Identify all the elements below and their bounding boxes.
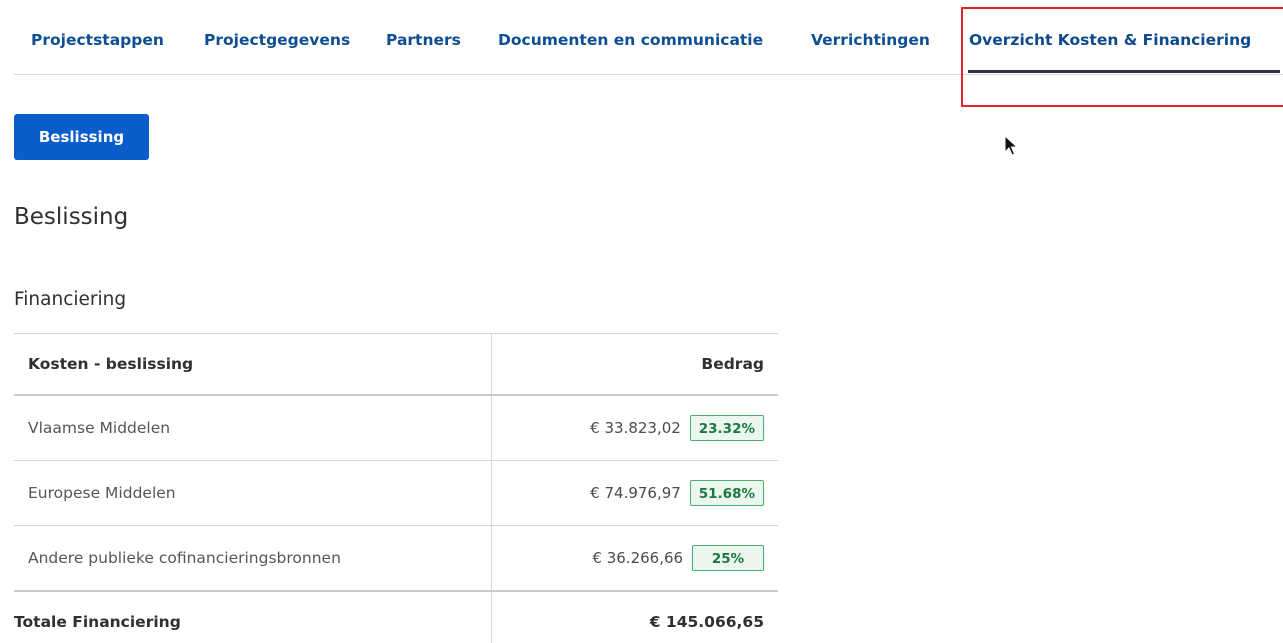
table-row: Andere publieke cofinancieringsbronnen €… — [14, 525, 778, 591]
table-header-row: Kosten - beslissing Bedrag — [14, 333, 778, 396]
financing-table: Kosten - beslissing Bedrag Vlaamse Midde… — [14, 333, 778, 643]
row-amount-cell: € 36.266,66 25% — [490, 525, 778, 591]
row-amount: € 74.976,97 — [590, 484, 681, 502]
percent-badge: 51.68% — [689, 480, 764, 506]
percent-badge: 23.32% — [689, 415, 764, 441]
column-header-bedrag: Bedrag — [490, 333, 778, 396]
column-header-kosten: Kosten - beslissing — [14, 333, 491, 396]
section-title: Beslissing — [14, 204, 129, 230]
total-label: Totale Financiering — [14, 590, 491, 643]
row-label: Andere publieke cofinancieringsbronnen — [14, 525, 491, 591]
subsection-title: Financiering — [14, 289, 127, 310]
beslissing-button[interactable]: Beslissing — [14, 114, 149, 160]
table-row: Europese Middelen € 74.976,97 51.68% — [14, 460, 778, 526]
percent-badge: 25% — [692, 545, 764, 571]
row-label: Europese Middelen — [14, 460, 491, 526]
tab-verrichtingen[interactable]: Verrichtingen — [811, 31, 930, 49]
row-amount-cell: € 33.823,02 23.32% — [490, 394, 778, 461]
row-amount-cell: € 74.976,97 51.68% — [490, 460, 778, 526]
highlight-annotation-box — [961, 7, 1283, 107]
row-amount: € 36.266,66 — [592, 549, 684, 567]
mouse-cursor-icon — [1004, 135, 1018, 156]
tab-partners[interactable]: Partners — [386, 31, 461, 49]
row-amount: € 33.823,02 — [590, 419, 681, 437]
tab-projectgegevens[interactable]: Projectgegevens — [204, 31, 350, 49]
tab-projectstappen[interactable]: Projectstappen — [31, 31, 164, 49]
table-total-row: Totale Financiering € 145.066,65 — [14, 590, 778, 643]
row-label: Vlaamse Middelen — [14, 394, 491, 461]
page: Projectstappen Projectgegevens Partners … — [0, 0, 1283, 643]
table-row: Vlaamse Middelen € 33.823,02 23.32% — [14, 394, 778, 461]
tab-documenten-en-communicatie[interactable]: Documenten en communicatie — [498, 31, 763, 49]
total-amount: € 145.066,65 — [490, 590, 778, 643]
